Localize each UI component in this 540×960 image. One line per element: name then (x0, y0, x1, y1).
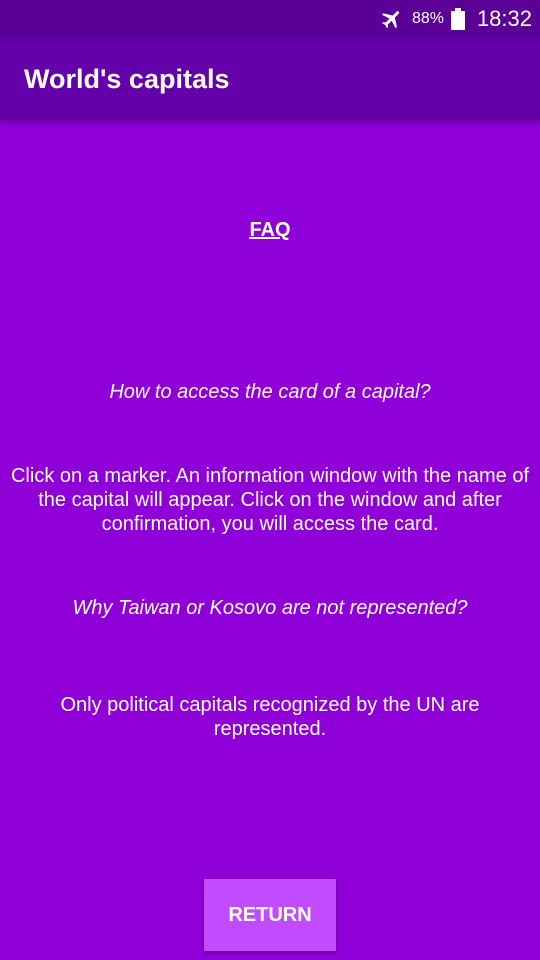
faq-answer-2: Only political capitals recognized by th… (60, 694, 480, 740)
app-title: World's capitals (24, 64, 230, 94)
faq-question-2: Why Taiwan or Kosovo are not represented… (72, 597, 468, 619)
status-bar: 88% 18:32 (0, 0, 540, 38)
return-button[interactable]: RETURN (204, 879, 336, 951)
airplane-icon (382, 11, 400, 29)
faq-answer-1: Click on a marker. An information window… (10, 465, 530, 535)
battery-icon (451, 8, 465, 30)
faq-heading: FAQ (249, 219, 291, 241)
battery-percent: 88% (412, 10, 445, 27)
status-clock: 18:32 (476, 6, 532, 31)
app-bar: World's capitals (0, 38, 540, 120)
faq-question-1: How to access the card of a capital? (109, 381, 431, 403)
faq-content: FAQ How to access the card of a capital?… (0, 120, 540, 960)
